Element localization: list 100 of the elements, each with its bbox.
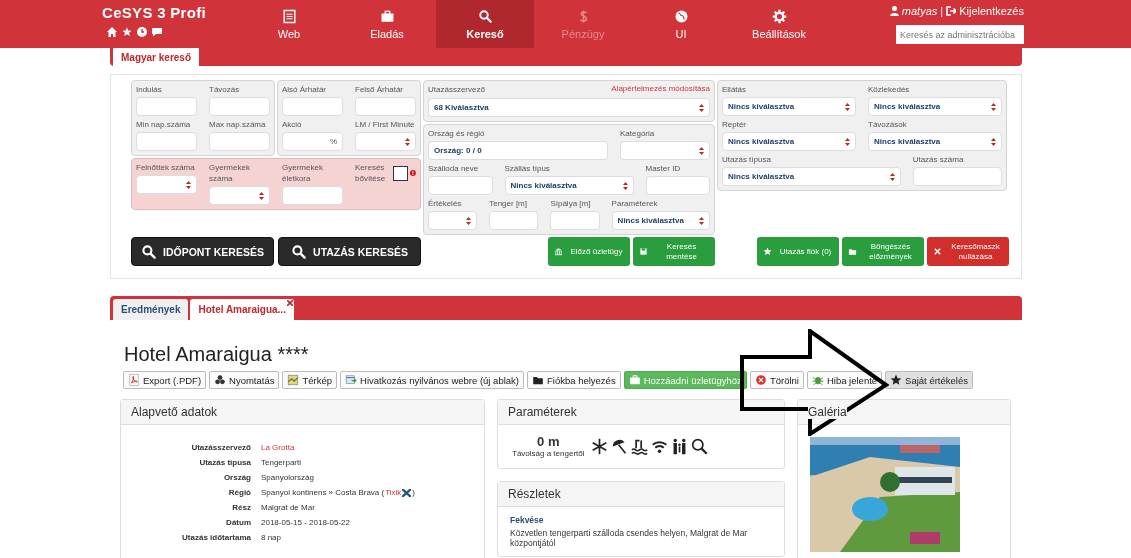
default-link[interactable]: Alapértelmezés módosítása	[611, 84, 710, 95]
nav-tab[interactable]: Web	[240, 0, 338, 48]
input-field[interactable]	[912, 167, 1002, 186]
toolbar-button[interactable]: Fiókba helyezés	[527, 371, 621, 389]
action-button[interactable]: Előző üzletügy	[548, 237, 630, 266]
panel-title: Galéria	[808, 405, 847, 419]
folder-icon	[532, 374, 544, 386]
delete-icon	[754, 374, 767, 386]
toolbar-button[interactable]: Export (.PDF)	[123, 371, 207, 389]
input-field[interactable]	[282, 97, 343, 116]
toolbar-button[interactable]: Térkép	[282, 371, 338, 389]
input-field[interactable]	[136, 97, 197, 116]
percent-field[interactable]: %	[282, 132, 343, 151]
chat-icon[interactable]	[152, 27, 162, 37]
input-field[interactable]	[209, 97, 270, 116]
data-label: Dátum	[225, 518, 251, 527]
folder-icon	[848, 247, 857, 256]
result-tab[interactable]: Hotel Amaraigua...	[190, 299, 294, 320]
data-value: Spanyol kontinens » Costa Brava (	[261, 488, 385, 497]
caret-icon	[405, 137, 410, 146]
field-label: Tenger [m]	[489, 198, 528, 209]
field-label: Közlekedés	[868, 84, 911, 95]
data-value: Spanyolország	[261, 473, 315, 482]
select-field[interactable]	[355, 132, 416, 151]
select-field[interactable]: Nincs kiválasztva	[868, 97, 1002, 116]
field-label: Min nap.száma	[136, 119, 192, 130]
action-button[interactable]: Keresés mentése	[633, 237, 715, 266]
toolbar-button[interactable]: Saját értékelés	[885, 371, 973, 389]
input-field[interactable]	[428, 176, 493, 195]
select-field[interactable]	[620, 141, 710, 160]
field-label: Indulás	[136, 84, 163, 95]
snowflake-icon	[590, 437, 608, 455]
input-field[interactable]	[645, 176, 710, 195]
select-field[interactable]: Nincs kiválasztva	[722, 97, 856, 116]
distance-label: Távolság a tengertől	[512, 449, 585, 458]
search-button[interactable]: UTAZÁS KERESÉS	[278, 237, 421, 266]
input-field[interactable]	[489, 211, 539, 230]
bug-icon	[811, 374, 824, 386]
input-field[interactable]: Ország: 0 / 0	[428, 141, 608, 160]
star-icon	[763, 247, 772, 256]
briefcase-icon	[379, 8, 395, 24]
select-field[interactable]	[136, 175, 197, 194]
nav-tab[interactable]: UI	[632, 0, 730, 48]
field-label: Master ID	[645, 163, 682, 174]
caret-icon	[466, 216, 472, 225]
select-field[interactable]: Nincs kiválasztva	[868, 132, 1002, 151]
field-label: Kategória	[620, 128, 656, 139]
caret-icon	[991, 137, 996, 146]
input-field[interactable]	[209, 132, 270, 151]
clock-icon[interactable]	[137, 27, 147, 37]
search-tab[interactable]: Magyar kereső	[113, 48, 200, 66]
input-field[interactable]	[136, 132, 197, 151]
home-icon[interactable]	[107, 27, 117, 37]
pdf-icon	[128, 374, 140, 386]
search-icon	[477, 8, 493, 24]
field-label: Felnőttek száma	[136, 162, 196, 173]
toolbar-button[interactable]: Törölni	[749, 371, 804, 389]
toolbar-button[interactable]: Hiba jelente	[806, 371, 883, 389]
field-label: Ellátás	[722, 84, 747, 95]
data-value: Tengerparti	[261, 458, 303, 467]
field-label: Max nap.száma	[209, 119, 267, 130]
nav-tab[interactable]: Eladás	[338, 0, 436, 48]
field-label: Távozások	[868, 119, 908, 130]
search-button[interactable]: IDŐPONT KERESÉS	[131, 237, 274, 266]
toolbar-button[interactable]: Hivatkozás nyilvános webre (új ablak)	[340, 371, 524, 389]
select-field[interactable]: Nincs kiválasztva	[722, 167, 901, 186]
toolbar-button[interactable]: Nyomtatás	[209, 371, 280, 389]
close-icon[interactable]	[286, 300, 293, 306]
checkbox[interactable]	[393, 165, 409, 181]
select-field[interactable]	[209, 186, 270, 205]
close-icon	[933, 247, 942, 256]
action-button[interactable]: Böngészés előzmények	[842, 237, 924, 266]
nav-tab[interactable]: Kereső	[436, 0, 534, 48]
select-field[interactable]: Nincs kiválasztva	[722, 132, 856, 151]
field-label: Alsó Árhatár	[282, 84, 328, 95]
select-field[interactable]: Nincs kiválasztva	[611, 211, 710, 230]
logout-icon	[946, 6, 957, 16]
select-field[interactable]	[428, 211, 478, 230]
section-heading: Fekvése	[510, 515, 545, 525]
input-field[interactable]	[282, 186, 343, 205]
select-field[interactable]: Nincs kiválasztva	[504, 176, 634, 195]
caret-icon	[186, 180, 191, 189]
field-label: Felső Árhatár	[355, 84, 405, 95]
tixik-link[interactable]: Tixik	[385, 488, 402, 497]
field-label: Akció	[282, 119, 303, 130]
logout-link[interactable]: Kijelentkezés	[959, 5, 1024, 17]
action-button[interactable]: Utazás fiók (0)	[757, 237, 839, 266]
organizer-link[interactable]: La Grotta	[261, 443, 484, 452]
data-label: Utazásszervező	[190, 443, 251, 452]
input-field[interactable]	[355, 97, 416, 116]
input-field[interactable]	[550, 211, 600, 230]
search-field[interactable]: Keresés az adminisztrációba	[896, 25, 1024, 44]
nav-tab[interactable]: Beállítások	[730, 0, 828, 48]
star-icon[interactable]	[122, 27, 132, 37]
result-tab[interactable]: Eredmények	[113, 299, 189, 320]
select-field[interactable]: 68 Kiválasztva	[428, 98, 710, 117]
action-button[interactable]: Keresőmaszk nullázása	[927, 237, 1009, 266]
briefcase-icon	[628, 374, 641, 386]
field-label: Reptér	[722, 119, 747, 130]
user-name[interactable]: matyas	[901, 5, 938, 17]
